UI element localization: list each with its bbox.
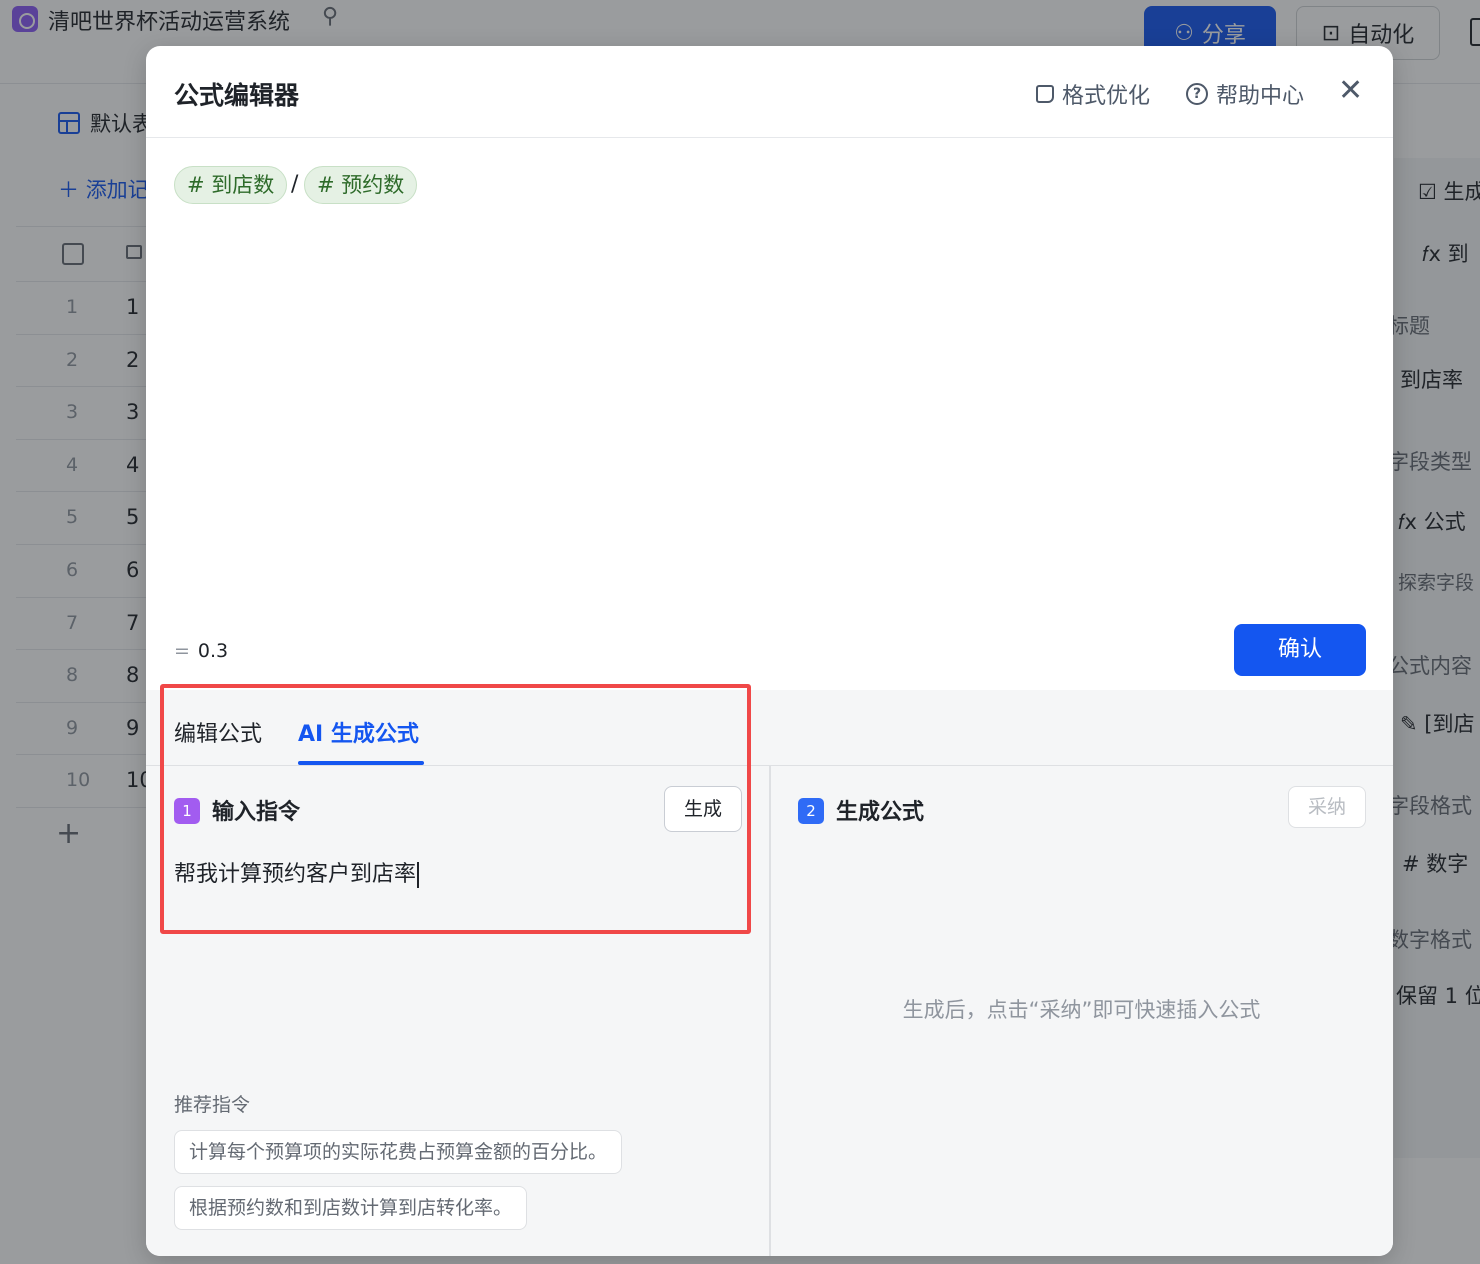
empty-state-hint: 生成后，点击“采纳”即可快速插入公式 [902,998,1261,1022]
help-icon: ? [1186,83,1208,105]
annotation-highlight-box [160,684,751,934]
brush-icon [1036,85,1054,103]
field-chip-reservations[interactable]: # 预约数 [304,166,418,204]
format-optimize-button[interactable]: 格式优化 [1036,78,1150,110]
step-2-title: 生成公式 [836,800,925,825]
modal-header: 公式编辑器 格式优化 ? 帮助中心 ✕ [146,46,1393,138]
result-value: 0.3 [197,640,229,662]
close-icon[interactable]: ✕ [1338,76,1363,106]
confirm-button[interactable]: 确认 [1234,624,1366,676]
formula-operator: / [291,172,299,197]
formula-result: = 0.3 [174,640,228,662]
recommend-item[interactable]: 根据预约数和到店数计算到店转化率。 [174,1186,528,1230]
equals-sign: = [174,640,190,662]
formula-input-area[interactable] [146,138,1393,690]
recommend-label: 推荐指令 [174,1094,251,1116]
help-center-button[interactable]: ? 帮助中心 [1186,78,1304,110]
adopt-button[interactable]: 采纳 [1288,786,1366,828]
formula-editor-modal: 公式编辑器 格式优化 ? 帮助中心 ✕ # 到店数 / # 预约数 = 0.3 确… [146,46,1393,1256]
recommend-item[interactable]: 计算每个预算项的实际花费占预算金额的百分比。 [174,1130,623,1174]
field-chip-store-visits[interactable]: # 到店数 [174,166,288,204]
help-center-label: 帮助中心 [1216,84,1305,109]
step-2-badge: 2 [798,798,824,824]
modal-title: 公式编辑器 [174,81,300,110]
format-optimize-label: 格式优化 [1062,84,1151,109]
